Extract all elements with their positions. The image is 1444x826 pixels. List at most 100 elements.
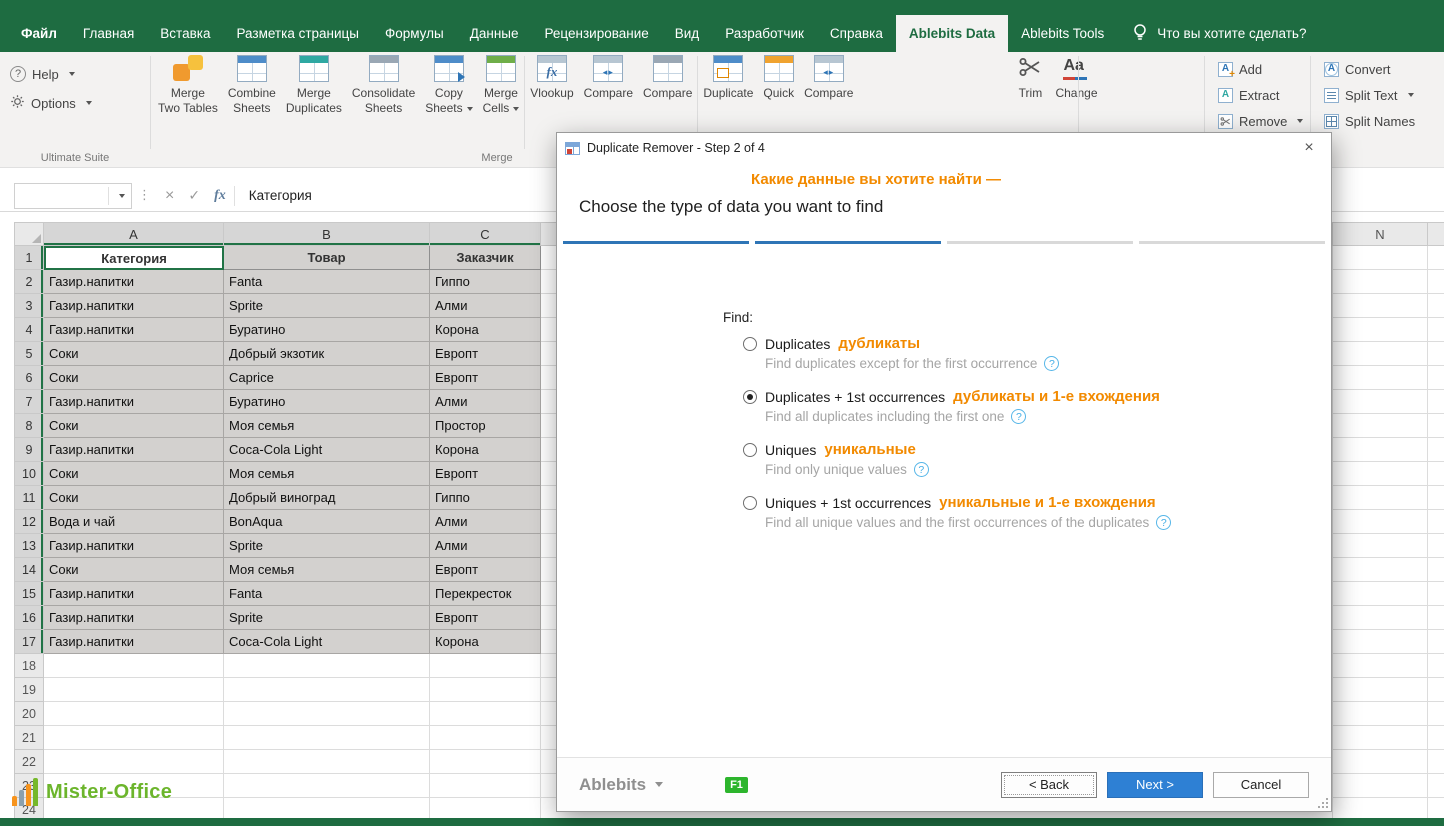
radio-uniques[interactable]: Uniquesуникальные [743, 441, 1301, 458]
cell-b12[interactable]: BonAqua [224, 510, 430, 534]
row-header-18[interactable]: 18 [14, 654, 44, 678]
resize-grip[interactable] [1316, 796, 1329, 809]
cell-b23[interactable] [224, 774, 430, 798]
cell-n3[interactable] [1333, 294, 1428, 318]
cell-b16[interactable]: Sprite [224, 606, 430, 630]
cell-n4[interactable] [1333, 318, 1428, 342]
cell-a15[interactable]: Газир.напитки [44, 582, 224, 606]
back-button[interactable]: < Back [1001, 772, 1097, 798]
row-header-6[interactable]: 6 [14, 366, 44, 390]
row-header-1[interactable]: 1 [14, 246, 44, 270]
cell-b21[interactable] [224, 726, 430, 750]
cell-c12[interactable]: Алми [430, 510, 541, 534]
cell-a1[interactable]: Категория [44, 246, 224, 270]
cell-c23[interactable] [430, 774, 541, 798]
cell-c22[interactable] [430, 750, 541, 774]
row-header-10[interactable]: 10 [14, 462, 44, 486]
cell-c21[interactable] [430, 726, 541, 750]
cell-b1[interactable]: Товар [224, 246, 430, 270]
cell-n15[interactable] [1333, 582, 1428, 606]
cell-a21[interactable] [44, 726, 224, 750]
cell-n11[interactable] [1333, 486, 1428, 510]
cell-n17[interactable] [1333, 630, 1428, 654]
formula-input[interactable]: Категория [235, 188, 312, 203]
cell-c19[interactable] [430, 678, 541, 702]
next-button[interactable]: Next > [1107, 772, 1203, 798]
ribbon-tab-ablebits-data[interactable]: Ablebits Data [896, 15, 1008, 52]
cell-a14[interactable]: Соки [44, 558, 224, 582]
row-header-4[interactable]: 4 [14, 318, 44, 342]
row-header-16[interactable]: 16 [14, 606, 44, 630]
cell-b22[interactable] [224, 750, 430, 774]
cell-b5[interactable]: Добрый экзотик [224, 342, 430, 366]
row-header-7[interactable]: 7 [14, 390, 44, 414]
row-header-21[interactable]: 21 [14, 726, 44, 750]
cell-a8[interactable]: Соки [44, 414, 224, 438]
cell-c16[interactable]: Европт [430, 606, 541, 630]
cell-n10[interactable] [1333, 462, 1428, 486]
cell-a7[interactable]: Газир.напитки [44, 390, 224, 414]
cell-b18[interactable] [224, 654, 430, 678]
row-header-13[interactable]: 13 [14, 534, 44, 558]
cell-b2[interactable]: Fanta [224, 270, 430, 294]
cell-a6[interactable]: Соки [44, 366, 224, 390]
ribbon-button-merge-two-tables[interactable]: MergeTwo Tables [153, 52, 223, 167]
help-button[interactable]: ? Help [0, 60, 150, 88]
ribbon-tab-home[interactable]: Главная [70, 15, 147, 52]
tell-me-box[interactable]: Что вы хотите сделать? [1131, 15, 1306, 52]
cell-c1[interactable]: Заказчик [430, 246, 541, 270]
dialog-titlebar[interactable]: Duplicate Remover - Step 2 of 4 × [557, 133, 1331, 163]
cell-a19[interactable] [44, 678, 224, 702]
insert-function-icon[interactable]: fx [214, 188, 226, 204]
cell-n19[interactable] [1333, 678, 1428, 702]
cell-a16[interactable]: Газир.напитки [44, 606, 224, 630]
row-header-20[interactable]: 20 [14, 702, 44, 726]
cell-b20[interactable] [224, 702, 430, 726]
cancel-button[interactable]: Cancel [1213, 772, 1309, 798]
ribbon-tab-developer[interactable]: Разработчик [712, 15, 817, 52]
cell-a11[interactable]: Соки [44, 486, 224, 510]
cell-b6[interactable]: Caprice [224, 366, 430, 390]
ribbon-button-merge-duplicates[interactable]: MergeDuplicates [281, 52, 347, 167]
cell-n7[interactable] [1333, 390, 1428, 414]
column-header-a[interactable]: A [44, 222, 224, 246]
cell-a12[interactable]: Вода и чай [44, 510, 224, 534]
row-header-11[interactable]: 11 [14, 486, 44, 510]
cell-n2[interactable] [1333, 270, 1428, 294]
cell-c5[interactable]: Европт [430, 342, 541, 366]
column-header-b[interactable]: B [224, 222, 430, 246]
cell-c10[interactable]: Европт [430, 462, 541, 486]
cell-b11[interactable]: Добрый виноград [224, 486, 430, 510]
cell-n22[interactable] [1333, 750, 1428, 774]
row-header-5[interactable]: 5 [14, 342, 44, 366]
cell-n16[interactable] [1333, 606, 1428, 630]
ablebits-brand-menu[interactable]: Ablebits [579, 775, 663, 795]
row-header-12[interactable]: 12 [14, 510, 44, 534]
cell-n14[interactable] [1333, 558, 1428, 582]
cell-b8[interactable]: Моя семья [224, 414, 430, 438]
ribbon-tab-help[interactable]: Справка [817, 15, 896, 52]
ribbon-button-add[interactable]: AAdd [1214, 56, 1307, 82]
help-icon[interactable]: ? [1156, 515, 1171, 530]
help-icon[interactable]: ? [1044, 356, 1059, 371]
cell-a18[interactable] [44, 654, 224, 678]
cell-c14[interactable]: Европт [430, 558, 541, 582]
cell-n9[interactable] [1333, 438, 1428, 462]
ribbon-tab-review[interactable]: Рецензирование [532, 15, 662, 52]
cell-c3[interactable]: Алми [430, 294, 541, 318]
cell-b10[interactable]: Моя семья [224, 462, 430, 486]
cell-a22[interactable] [44, 750, 224, 774]
cell-n23[interactable] [1333, 774, 1428, 798]
ribbon-tab-formulas[interactable]: Формулы [372, 15, 457, 52]
ribbon-button-split-names[interactable]: Split Names [1320, 108, 1419, 134]
help-icon[interactable]: ? [1011, 409, 1026, 424]
enter-entry-icon[interactable]: ✓ [188, 188, 200, 204]
f1-help-badge[interactable]: F1 [725, 777, 748, 793]
cell-n8[interactable] [1333, 414, 1428, 438]
cell-c2[interactable]: Гиппо [430, 270, 541, 294]
row-header-14[interactable]: 14 [14, 558, 44, 582]
ribbon-button-convert[interactable]: AConvert [1320, 56, 1419, 82]
ribbon-tab-view[interactable]: Вид [662, 15, 712, 52]
cell-b13[interactable]: Sprite [224, 534, 430, 558]
ribbon-button-merge-cells[interactable]: MergeCells [478, 52, 525, 167]
